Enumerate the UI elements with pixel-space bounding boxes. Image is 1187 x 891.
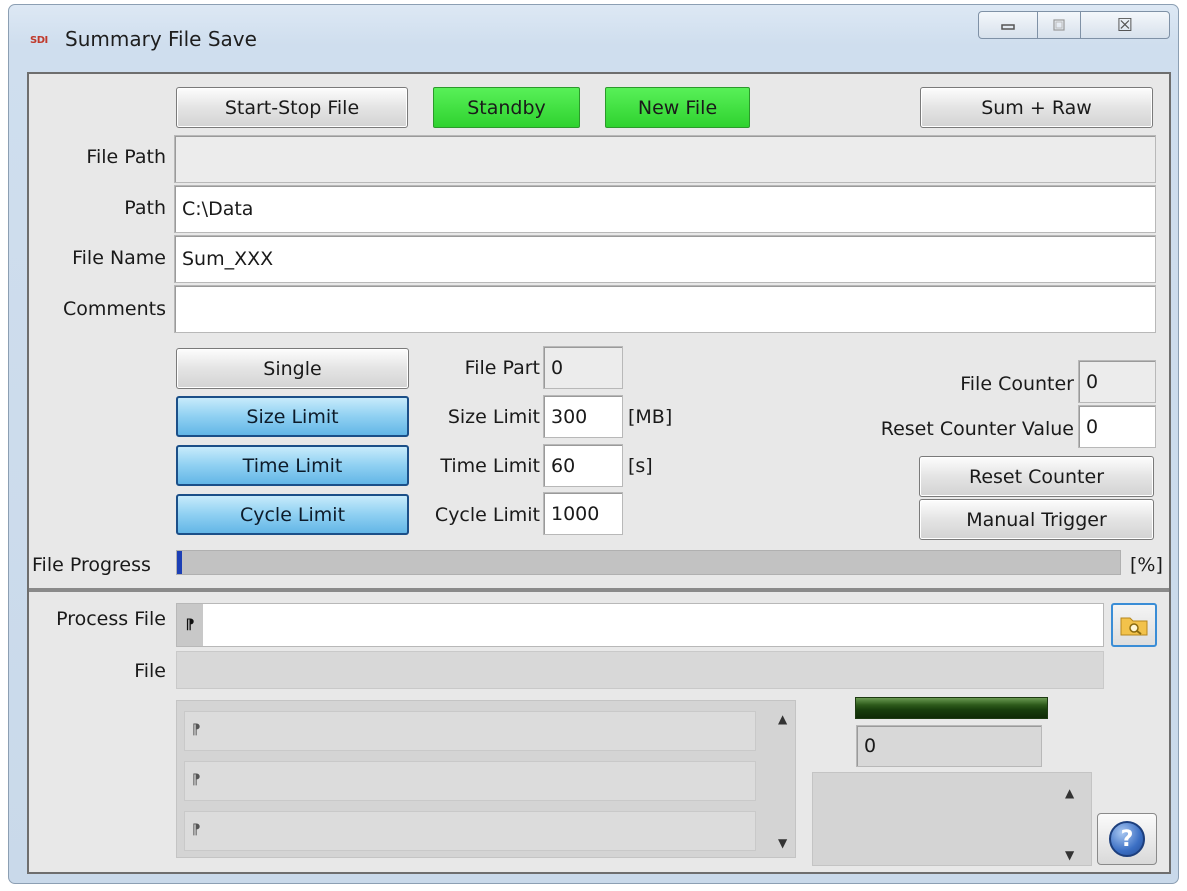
browse-folder-button[interactable] <box>1111 603 1157 647</box>
standby-indicator-button[interactable]: Standby <box>433 87 580 128</box>
file-progress-label: File Progress <box>32 554 151 576</box>
reset-counter-value-input[interactable]: 0 <box>1078 405 1156 448</box>
file-counter-value: 0 <box>1078 360 1156 403</box>
path-label: Path <box>124 197 166 219</box>
process-file-input[interactable]: ⁋ <box>176 603 1104 647</box>
manual-trigger-button[interactable]: Manual Trigger <box>919 499 1154 540</box>
time-limit-label: Time Limit <box>440 455 540 477</box>
file-counter-label: File Counter <box>960 373 1074 395</box>
path-icon: ⁋ <box>192 822 201 838</box>
process-file-label: Process File <box>56 608 166 630</box>
path-icon: ⁋ <box>192 772 201 788</box>
comments-input[interactable] <box>174 285 1156 333</box>
folder-search-icon <box>1120 617 1148 636</box>
time-limit-mode-button[interactable]: Time Limit <box>176 445 409 486</box>
list-item[interactable]: ⁋ <box>184 761 756 801</box>
single-mode-button[interactable]: Single <box>176 348 409 389</box>
file-name-input[interactable]: Sum_XXX <box>174 235 1156 283</box>
time-limit-input[interactable]: 60 <box>543 444 623 487</box>
file-path-field <box>174 135 1156 183</box>
file-progress-bar <box>176 550 1121 575</box>
message-text-area[interactable] <box>812 772 1092 866</box>
window-title: Summary File Save <box>65 27 257 51</box>
reset-counter-button[interactable]: Reset Counter <box>919 456 1154 497</box>
file-field <box>176 651 1104 689</box>
list-item[interactable]: ⁋ <box>184 711 756 751</box>
close-button[interactable]: ☒ <box>1080 11 1170 39</box>
list-scroll-down-icon[interactable]: ▼ <box>778 836 787 850</box>
file-part-label: File Part <box>464 357 540 379</box>
progress-unit-label: [%] <box>1130 554 1163 576</box>
text-scroll-up-icon[interactable]: ▲ <box>1065 786 1074 800</box>
size-unit-label: [MB] <box>628 406 673 428</box>
path-input[interactable]: C:\Data <box>174 185 1156 233</box>
file-part-value: 0 <box>543 346 623 389</box>
time-unit-label: [s] <box>628 455 653 477</box>
list-item[interactable]: ⁋ <box>184 811 756 851</box>
reset-counter-value-label: Reset Counter Value <box>880 418 1074 440</box>
help-icon: ? <box>1109 821 1145 857</box>
cycle-limit-mode-button[interactable]: Cycle Limit <box>176 494 409 535</box>
close-icon: ☒ <box>1116 14 1134 36</box>
path-icon: ⁋ <box>192 722 201 738</box>
file-path-label: File Path <box>86 146 166 168</box>
size-limit-label: Size Limit <box>447 406 540 428</box>
help-button[interactable]: ? <box>1097 813 1157 865</box>
file-name-label: File Name <box>72 247 166 269</box>
maximize-icon <box>1053 19 1065 31</box>
process-counter-value: 0 <box>856 725 1042 767</box>
cycle-limit-label: Cycle Limit <box>434 504 540 526</box>
path-type-icon: ⁋ <box>177 604 203 646</box>
size-limit-mode-button[interactable]: Size Limit <box>176 396 409 437</box>
sdi-logo-icon: SDI <box>30 35 48 46</box>
cycle-limit-input[interactable]: 1000 <box>543 492 623 535</box>
comments-label: Comments <box>63 298 166 320</box>
new-file-indicator-button[interactable]: New File <box>605 87 750 128</box>
minimize-button[interactable] <box>978 11 1038 39</box>
file-label: File <box>134 660 166 682</box>
maximize-button[interactable] <box>1038 11 1080 39</box>
file-progress-fill <box>177 551 182 574</box>
minimize-icon <box>1001 24 1015 30</box>
sum-raw-button[interactable]: Sum + Raw <box>920 87 1153 128</box>
status-led-bar <box>855 697 1048 719</box>
size-limit-input[interactable]: 300 <box>543 395 623 438</box>
text-scroll-down-icon[interactable]: ▼ <box>1065 848 1074 862</box>
list-scroll-up-icon[interactable]: ▲ <box>778 712 787 726</box>
start-stop-file-button[interactable]: Start-Stop File <box>176 87 408 128</box>
